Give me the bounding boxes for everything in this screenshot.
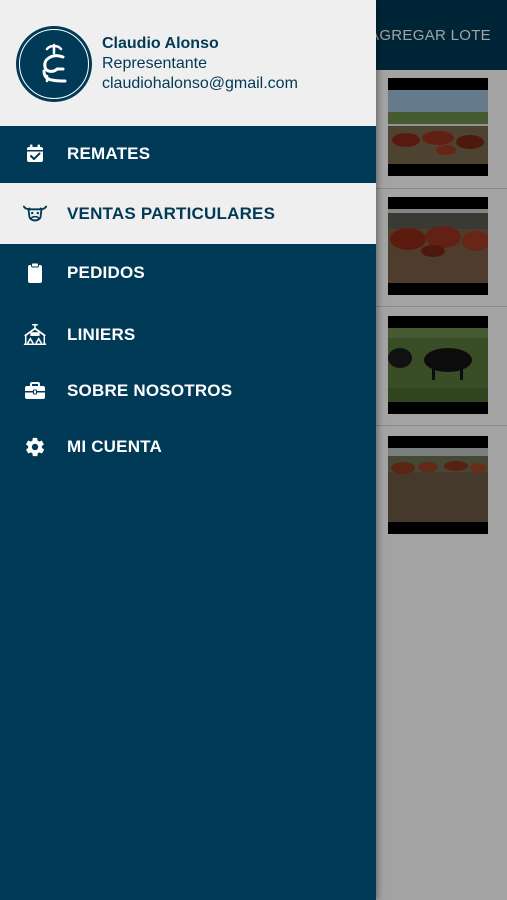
drawer-header: Claudio Alonso Representante claudiohalo… — [0, 0, 376, 126]
drawer-item-ventas-particulares[interactable]: VENTAS PARTICULARES — [0, 183, 376, 244]
avatar — [16, 26, 92, 102]
drawer-item-label: SOBRE NOSOTROS — [67, 381, 233, 400]
drawer-item-liniers[interactable]: LINIERS — [0, 306, 376, 364]
briefcase-icon — [22, 378, 48, 404]
clipboard-icon — [22, 260, 48, 286]
drawer-item-pedidos[interactable]: PEDIDOS — [0, 244, 376, 302]
drawer-item-remates[interactable]: REMATES — [0, 125, 376, 183]
drawer-item-label: VENTAS PARTICULARES — [67, 203, 276, 223]
drawer-item-label: REMATES — [67, 144, 151, 163]
drawer-item-sobre-nosotros[interactable]: SOBRE NOSOTROS — [0, 362, 376, 420]
drawer-item-label: MI CUENTA — [67, 437, 162, 456]
cow-head-icon — [22, 201, 48, 227]
calendar-check-icon — [22, 141, 48, 167]
user-email: claudiohalonso@gmail.com — [102, 75, 298, 92]
user-role: Representante — [102, 55, 207, 72]
navigation-drawer: Claudio Alonso Representante claudiohalo… — [0, 0, 376, 900]
drawer-item-label: PEDIDOS — [67, 263, 145, 282]
user-name: Claudio Alonso — [102, 35, 219, 52]
drawer-item-mi-cuenta[interactable]: MI CUENTA — [0, 418, 376, 476]
gear-icon — [22, 434, 48, 460]
liniers-market-icon — [22, 322, 48, 348]
drawer-item-label: LINIERS — [67, 325, 136, 344]
